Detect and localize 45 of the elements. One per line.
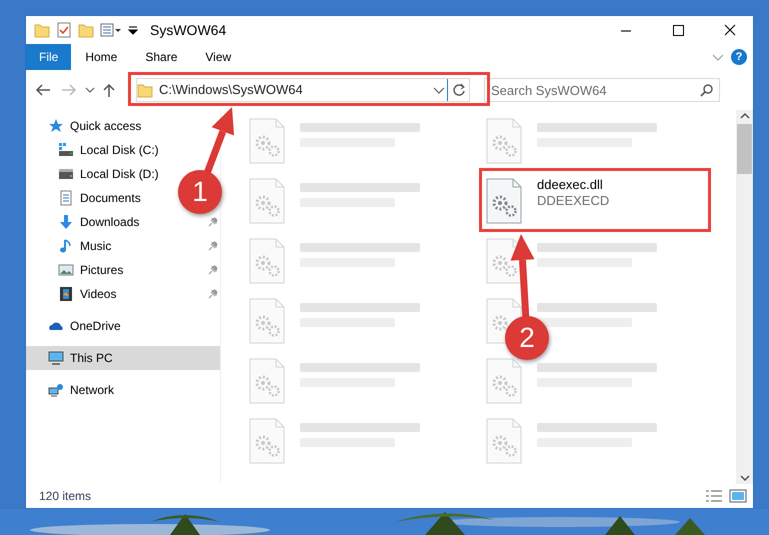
ribbon-tab[interactable]: File [26,44,72,70]
folder-icon [137,82,155,98]
search-icon[interactable] [700,83,714,97]
refresh-icon[interactable] [452,83,466,97]
details-view-icon[interactable] [705,489,723,503]
sidebar-item[interactable]: Pictures [80,261,124,279]
picture-icon [58,262,74,278]
customize-icon[interactable] [100,22,122,38]
search-field[interactable]: Search SysWOW64 [484,78,720,102]
pin-icon[interactable] [208,289,218,299]
pin-icon[interactable] [208,217,218,227]
sidebar-item[interactable]: Documents [26,186,141,210]
ribbon-tab[interactable]: Home [71,44,132,70]
scroll-thumb[interactable] [737,124,752,174]
pin-icon[interactable] [208,241,218,251]
window-title: SysWOW64 [150,20,226,40]
item-count: 120 items [39,488,92,505]
sidebar-item[interactable]: Local Disk (C:) [26,138,159,162]
ribbon-tab[interactable]: Share [131,44,192,70]
drive-icon [58,142,74,158]
sidebar-item[interactable]: OneDrive [26,314,121,338]
star-icon [48,118,64,134]
file-name: ddeexec.dll [537,177,604,193]
scrollbar[interactable] [736,110,753,484]
file-type: DDEEXECD [537,192,610,208]
address-bar[interactable]: C:\Windows\SysWOW64 [136,78,470,102]
pin-icon[interactable] [208,265,218,275]
document-icon [58,190,74,206]
film-icon [58,286,74,302]
sidebar-item[interactable]: This PC [26,346,220,370]
ribbon-tab[interactable]: View [191,44,246,70]
sidebar-item[interactable]: Local Disk (D:) [26,162,159,186]
address-path: C:\Windows\SysWOW64 [158,81,304,100]
computer-icon [48,350,64,366]
download-icon [58,214,74,230]
properties-icon[interactable] [56,22,72,38]
help-button[interactable]: ? [731,49,747,65]
sidebar-item[interactable]: Videos [80,285,116,303]
sidebar-item[interactable]: Downloads [80,213,140,231]
drive-icon [58,166,74,182]
sidebar-item[interactable]: Quick access [26,114,142,138]
large-icons-view-icon[interactable] [729,489,747,503]
sidebar-item[interactable]: Network [26,378,114,402]
sidebar-item[interactable]: Music [80,237,112,255]
network-icon [48,382,64,398]
